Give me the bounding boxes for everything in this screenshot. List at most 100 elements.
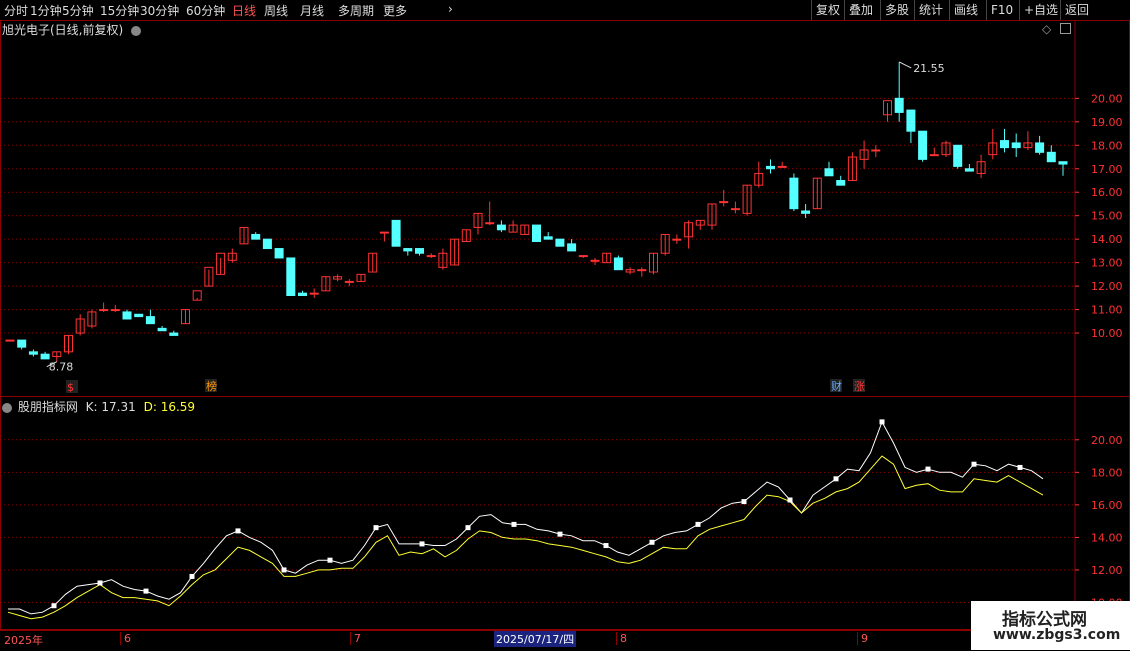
candle xyxy=(789,177,799,210)
candle xyxy=(719,201,729,204)
k-marker xyxy=(787,497,793,503)
series-line-D xyxy=(7,455,1044,620)
k-marker xyxy=(695,521,701,527)
candle xyxy=(637,269,647,272)
candle xyxy=(5,339,15,342)
candle xyxy=(379,231,389,234)
candle xyxy=(28,351,38,355)
toolbar-button-1[interactable]: 叠加 xyxy=(844,0,877,20)
candle xyxy=(157,327,167,332)
candle xyxy=(145,316,155,325)
candle xyxy=(871,149,881,152)
toolbar-button-0[interactable]: 复权 xyxy=(811,0,844,20)
period-tab-5[interactable]: 60分钟 xyxy=(186,2,225,19)
candle xyxy=(730,208,740,211)
y-tick-label: 11.00 xyxy=(1091,304,1123,317)
candle xyxy=(777,165,787,168)
candle xyxy=(262,238,272,250)
k-marker xyxy=(327,557,333,563)
candle xyxy=(110,309,120,312)
k-marker xyxy=(925,466,931,472)
candle xyxy=(964,168,974,172)
candle xyxy=(298,292,307,296)
low-price-label: 8.78 xyxy=(49,361,74,374)
event-marker: 涨 xyxy=(854,380,865,393)
toolbar-button-3[interactable]: 统计 xyxy=(914,0,947,20)
candle xyxy=(1058,161,1068,165)
toolbar-button-7[interactable]: 返回 xyxy=(1060,0,1093,20)
ind-y-tick-label: 20.00 xyxy=(1091,434,1123,447)
candle xyxy=(1046,151,1056,163)
more-arrow-icon[interactable]: › xyxy=(448,2,453,16)
high-pointer xyxy=(898,61,912,69)
k-marker xyxy=(511,521,517,527)
ind-y-tick-label: 12.00 xyxy=(1091,564,1123,577)
event-marker: 财 xyxy=(831,379,842,393)
period-tab-4[interactable]: 30分钟 xyxy=(140,2,179,19)
candle xyxy=(286,257,296,296)
k-marker xyxy=(833,476,839,482)
y-tick-label: 12.00 xyxy=(1091,280,1123,293)
candle xyxy=(415,248,424,254)
k-marker xyxy=(419,541,425,547)
toolbar-button-5[interactable]: F10 xyxy=(986,0,1017,20)
y-tick-label: 19.00 xyxy=(1091,116,1123,129)
toolbar-button-2[interactable]: 多股 xyxy=(880,0,913,20)
watermark-url: www.zbgs3.com xyxy=(993,627,1121,643)
y-tick-label: 14.00 xyxy=(1091,233,1123,246)
candle xyxy=(274,248,284,259)
y-tick-label: 17.00 xyxy=(1091,163,1123,176)
period-tab-0[interactable]: 分时 xyxy=(4,2,28,19)
candle xyxy=(578,255,588,258)
time-label-sep: 9 xyxy=(857,632,868,645)
candle xyxy=(403,248,413,252)
k-marker xyxy=(143,588,149,594)
period-tab-3[interactable]: 15分钟 xyxy=(100,2,139,19)
candle xyxy=(309,292,319,295)
candle xyxy=(485,222,495,225)
period-tab-7[interactable]: 周线 xyxy=(264,2,288,19)
y-tick-label: 10.00 xyxy=(1091,327,1123,340)
period-tab-8[interactable]: 月线 xyxy=(300,2,324,19)
period-toolbar: 分时 1分钟 5分钟 15分钟 30分钟 60分钟 日线 周线 月线 多周期 更多 › 复权 叠加 多股… xyxy=(0,0,1130,21)
high-price-label: 21.55 xyxy=(913,62,945,75)
candle xyxy=(17,339,27,348)
k-marker xyxy=(603,543,609,549)
toolbar-button-4[interactable]: 画线 xyxy=(949,0,982,20)
period-tab-10[interactable]: 更多 xyxy=(383,2,407,19)
k-marker xyxy=(879,419,885,425)
y-tick-label: 18.00 xyxy=(1091,139,1123,152)
candle xyxy=(929,154,939,157)
candle xyxy=(801,210,811,214)
candle xyxy=(894,97,904,113)
candle xyxy=(169,332,179,336)
candle xyxy=(953,144,963,167)
period-tab-2[interactable]: 5分钟 xyxy=(62,2,94,19)
candle xyxy=(766,165,775,170)
candle xyxy=(122,311,132,320)
candle xyxy=(836,179,846,186)
cursor-date-label: 2025/07/17/四 xyxy=(494,631,577,647)
candle xyxy=(40,353,50,360)
candle xyxy=(251,233,261,240)
period-tab-1[interactable]: 1分钟 xyxy=(30,2,62,19)
candle xyxy=(496,224,506,231)
candle xyxy=(906,109,916,132)
k-marker xyxy=(189,573,195,579)
k-marker xyxy=(281,567,287,573)
candle xyxy=(567,243,577,252)
period-tab-6[interactable]: 日线 xyxy=(232,2,256,19)
k-marker xyxy=(97,580,103,586)
candle xyxy=(590,259,600,262)
k-marker xyxy=(465,525,471,531)
candle xyxy=(555,238,565,247)
k-marker xyxy=(51,603,57,609)
k-marker xyxy=(557,531,563,537)
toolbar-button-6[interactable]: +自选 xyxy=(1019,0,1062,20)
candle xyxy=(1011,142,1021,149)
candle xyxy=(391,219,401,247)
period-tab-9[interactable]: 多周期 xyxy=(338,2,374,19)
y-tick-label: 13.00 xyxy=(1091,257,1123,270)
time-axis: 2025年 6 7 2025/07/17/四 8 9 xyxy=(0,630,1130,651)
k-marker xyxy=(235,528,241,534)
